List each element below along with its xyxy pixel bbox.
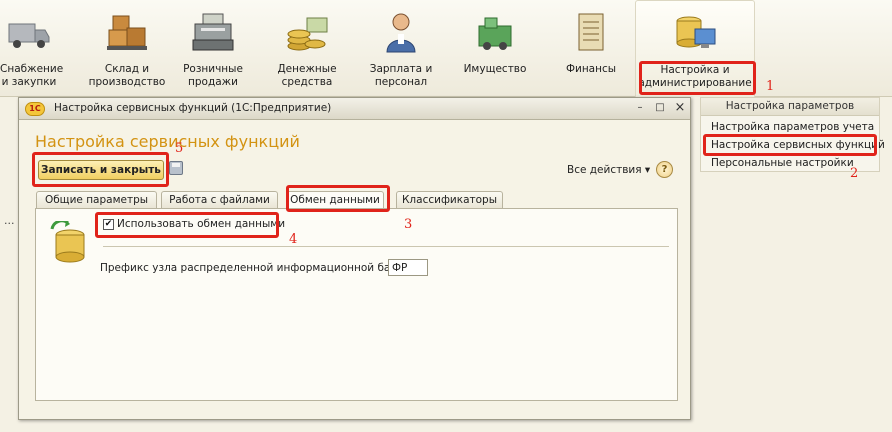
all-actions-menu[interactable]: Все действия ▾ bbox=[567, 164, 650, 176]
highlight-admin bbox=[639, 61, 756, 95]
section-property[interactable]: Имущество bbox=[457, 0, 533, 97]
ledger-icon bbox=[578, 13, 604, 51]
minimize-button[interactable]: – bbox=[633, 101, 647, 115]
coins-icon bbox=[287, 17, 328, 51]
section-supply[interactable]: Снабжение и закупки bbox=[0, 0, 64, 97]
prefix-label: Префикс узла распределенной информационн… bbox=[100, 262, 408, 274]
section-label: Снабжение и закупки bbox=[0, 63, 64, 88]
prefix-input[interactable] bbox=[388, 259, 428, 276]
truck-icon bbox=[8, 23, 50, 48]
tab-general[interactable]: Общие параметры bbox=[36, 191, 157, 209]
section-label: Розничные продажи bbox=[183, 63, 243, 88]
annotation-2: 2 bbox=[850, 166, 859, 181]
separator bbox=[103, 246, 669, 247]
parameters-panel-title: Настройка параметров bbox=[701, 98, 879, 116]
highlight-service bbox=[703, 134, 877, 156]
section-money[interactable]: Денежные средства bbox=[268, 0, 346, 97]
window-title: Настройка сервисных функций (1С:Предприя… bbox=[54, 102, 332, 114]
sections-panel: Снабжение и закупки Склад и производство… bbox=[0, 0, 892, 97]
form-title: Настройка сервисных функций bbox=[35, 132, 300, 151]
section-finance[interactable]: Финансы bbox=[553, 0, 629, 97]
service-settings-window: 1С Настройка сервисных функций (1С:Предп… bbox=[18, 97, 691, 420]
annotation-4: 4 bbox=[289, 232, 298, 247]
highlight-checkbox bbox=[95, 212, 279, 238]
section-label: Финансы bbox=[565, 63, 617, 75]
tab-classifiers[interactable]: Классификаторы bbox=[396, 191, 503, 209]
annotation-3: 3 bbox=[404, 217, 413, 232]
close-button[interactable]: × bbox=[673, 101, 687, 115]
boxes-icon bbox=[107, 15, 147, 50]
section-label: Зарплата и персонал bbox=[369, 63, 433, 88]
panel-item-accounting[interactable]: Настройка параметров учета bbox=[711, 121, 874, 133]
annotation-5: 5 bbox=[175, 141, 184, 156]
section-retail[interactable]: Розничные продажи bbox=[175, 0, 251, 97]
section-label: Денежные средства bbox=[277, 63, 337, 88]
help-icon[interactable]: ? bbox=[656, 161, 673, 178]
section-salary[interactable]: Зарплата и персонал bbox=[361, 0, 441, 97]
highlight-data-exchange-tab bbox=[286, 185, 390, 212]
database-monitor-icon bbox=[676, 16, 716, 48]
save-disk-icon[interactable] bbox=[169, 161, 183, 175]
section-label: Склад и производство bbox=[88, 63, 166, 88]
highlight-save-button bbox=[32, 152, 169, 187]
maximize-button[interactable]: □ bbox=[653, 101, 667, 115]
panel-item-personal[interactable]: Персональные настройки bbox=[711, 157, 854, 169]
1c-logo-icon: 1С bbox=[25, 102, 45, 116]
person-icon bbox=[386, 13, 416, 53]
window-titlebar[interactable]: 1С Настройка сервисных функций (1С:Предп… bbox=[19, 98, 690, 120]
cash-register-icon bbox=[192, 13, 234, 51]
tab-files[interactable]: Работа с файлами bbox=[161, 191, 278, 209]
machine-icon bbox=[478, 17, 512, 50]
section-warehouse[interactable]: Склад и производство bbox=[84, 0, 170, 97]
ellipsis-text: ... bbox=[4, 214, 15, 227]
database-sync-icon bbox=[50, 221, 85, 263]
annotation-1: 1 bbox=[766, 79, 775, 94]
section-label: Имущество bbox=[463, 63, 527, 75]
